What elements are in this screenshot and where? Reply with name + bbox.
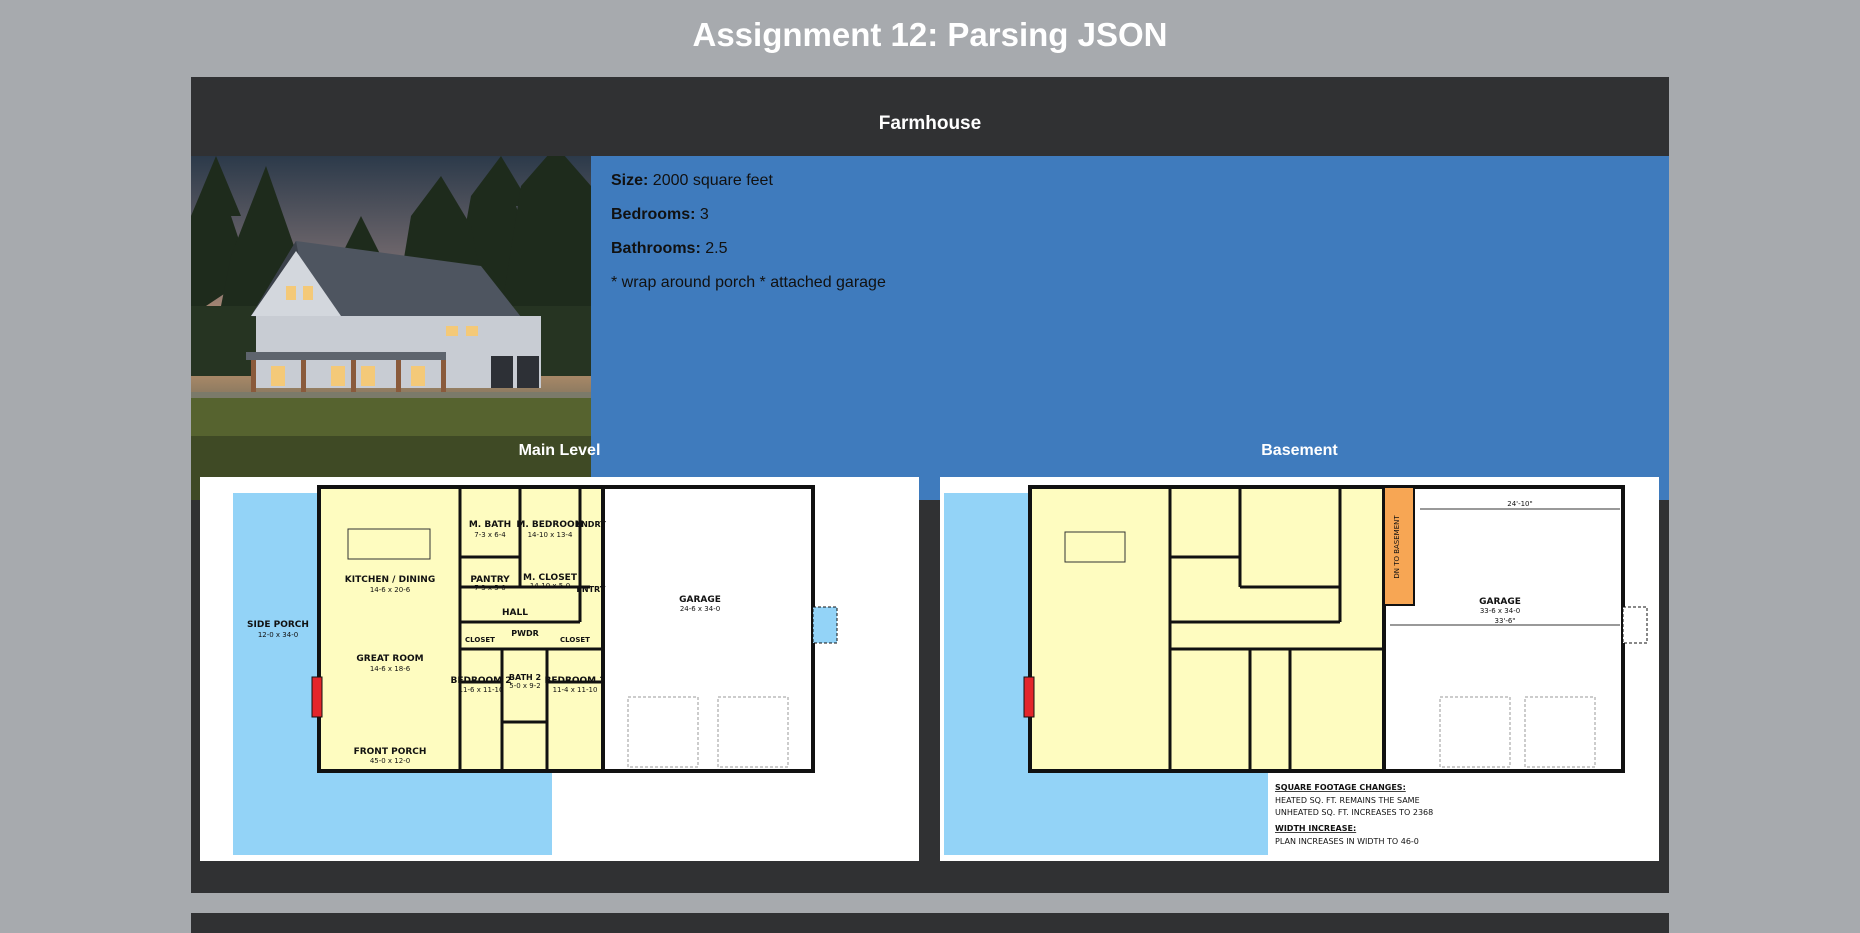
bedrooms-value: 3 (699, 206, 709, 223)
main-level-floorplan-image: SIDE PORCH 12-0 x 34-0 KITCHEN / DINING … (200, 477, 919, 861)
label-bedroom-3: BEDROOM 3 (544, 676, 605, 686)
bathrooms-line: Bathrooms: 2.5 (611, 239, 1649, 259)
label-bath-2: BATH 2 (509, 673, 541, 682)
label-basement-garage: GARAGE (1479, 597, 1521, 607)
house-name: Farmhouse (878, 112, 982, 134)
label-kitchen-dim: 14-6 x 20-6 (370, 586, 411, 594)
label-side-porch: SIDE PORCH (247, 620, 309, 630)
main-level-plan: Main Level SIDE PORCH 12-0 x 34-0 KITCHE… (200, 421, 919, 861)
sqft-changes-line-1: HEATED SQ. FT. REMAINS THE SAME (1275, 796, 1420, 805)
features-line: * wrap around porch * attached garage (611, 274, 886, 291)
label-m-bath-dim: 7-3 x 6-4 (474, 531, 506, 539)
label-bedroom-3-dim: 11-4 x 11-10 (553, 686, 598, 694)
label-bath-2-dim: 5-0 x 9-2 (509, 682, 540, 690)
width-increase-title: WIDTH INCREASE: (1275, 824, 1356, 833)
label-lndry: LNDRY (576, 520, 606, 529)
bedrooms-label: Bedrooms: (611, 206, 696, 223)
label-m-closet-dim: 14-10 x 5-0 (530, 582, 570, 590)
size-label: Size: (611, 172, 649, 189)
label-closet-2: CLOSET (560, 636, 590, 644)
label-front-porch: FRONT PORCH (354, 747, 427, 757)
label-garage: GARAGE (679, 595, 721, 605)
label-great-room: GREAT ROOM (356, 654, 423, 664)
label-closet-1: CLOSET (465, 636, 495, 644)
house-card: Farmhouse Size: 2000 square feet Bedroom… (191, 77, 1669, 893)
label-m-bedroom-dim: 14-10 x 13-4 (528, 531, 573, 539)
label-pwdr: PWDR (511, 629, 539, 638)
sqft-changes-line-2: UNHEATED SQ. FT. INCREASES TO 2368 (1275, 808, 1433, 817)
floor-plans: Main Level SIDE PORCH 12-0 x 34-0 KITCHE… (191, 421, 1669, 893)
size-value: 2000 square feet (652, 172, 773, 189)
label-dim-top: 24'-10" (1507, 500, 1532, 508)
label-bedroom-2-dim: 11-6 x 11-10 (459, 686, 504, 694)
label-hall: HALL (502, 608, 528, 618)
bathrooms-label: Bathrooms: (611, 240, 701, 257)
size-line: Size: 2000 square feet (611, 171, 1649, 191)
basement-plan: Basement DN TO BASEMENT 24'-10" 33'-6" G… (940, 421, 1659, 861)
label-great-room-dim: 14-6 x 18-6 (370, 665, 411, 673)
page-title: Assignment 12: Parsing JSON (692, 16, 1168, 53)
bathrooms-value: 2.5 (705, 240, 728, 257)
label-m-bath: M. BATH (469, 520, 511, 530)
basement-title: Basement (1261, 442, 1338, 459)
main-level-title: Main Level (518, 442, 601, 459)
label-side-porch-dim: 12-0 x 34-0 (258, 631, 298, 639)
width-increase-line-1: PLAN INCREASES IN WIDTH TO 46-0 (1275, 837, 1419, 846)
label-basement-garage-dim: 33-6 x 34-0 (1480, 607, 1520, 615)
label-garage-dim: 24-6 x 34-0 (680, 605, 720, 613)
label-m-bedroom: M. BEDROOM (516, 520, 583, 530)
label-bedroom-2: BEDROOM 2 (450, 676, 511, 686)
label-entry: ENTRY (576, 585, 605, 594)
bedrooms-line: Bedrooms: 3 (611, 205, 1649, 225)
label-kitchen: KITCHEN / DINING (345, 575, 435, 585)
label-pantry-dim: 7-3 x 5-0 (474, 584, 505, 592)
next-house-card (191, 913, 1669, 933)
sqft-changes-title: SQUARE FOOTAGE CHANGES: (1275, 783, 1406, 792)
basement-floorplan-image: DN TO BASEMENT 24'-10" 33'-6" GARAGE 33-… (940, 477, 1659, 861)
label-dim-mid: 33'-6" (1494, 617, 1515, 625)
label-stairs: DN TO BASEMENT (1393, 515, 1401, 579)
label-front-porch-dim: 45-0 x 12-0 (370, 757, 410, 765)
